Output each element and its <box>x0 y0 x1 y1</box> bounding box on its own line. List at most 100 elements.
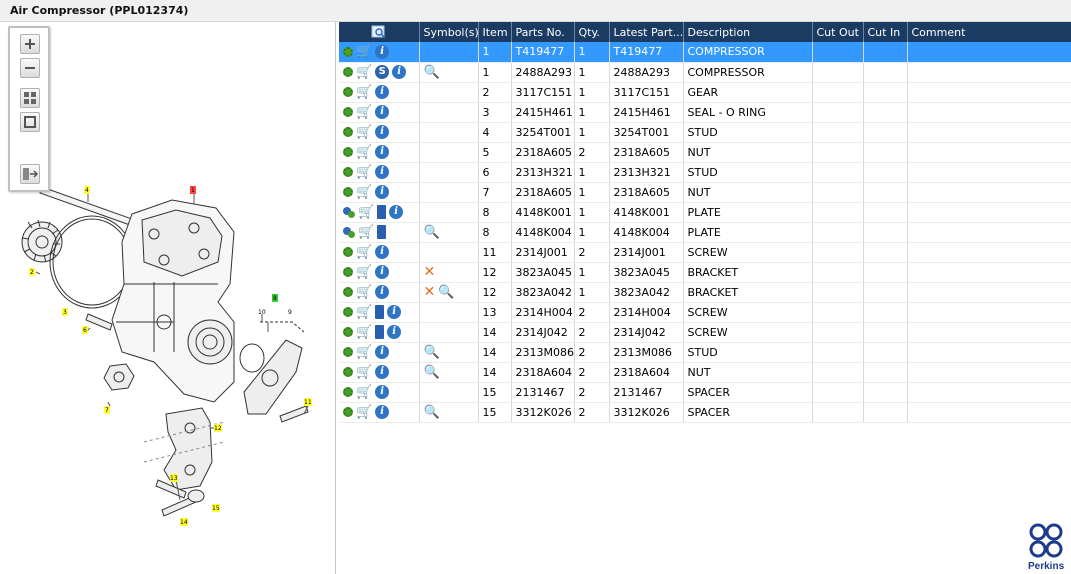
cart-icon[interactable]: 🛒 <box>356 86 372 99</box>
gear-icon[interactable] <box>343 187 353 197</box>
cart-icon[interactable]: 🛒 <box>356 186 372 199</box>
cart-icon[interactable]: 🛒 <box>356 306 372 319</box>
cart-icon[interactable]: 🛒 <box>356 126 372 139</box>
info-icon[interactable]: i <box>375 185 390 199</box>
cart-icon[interactable]: 🛒 <box>358 226 374 239</box>
magnifier-icon[interactable]: 🔍 <box>424 366 440 379</box>
info-icon[interactable]: i <box>389 205 404 219</box>
table-row[interactable]: 🛒 i 8 4148K001 1 4148K001 PLATE <box>339 202 1071 223</box>
table-row[interactable]: 🛒 🔍 8 4148K004 1 4148K004 PLATE <box>339 222 1071 243</box>
fit-window-button[interactable] <box>20 112 40 132</box>
column-header-symbols[interactable]: Symbol(s) <box>419 22 479 42</box>
gear-icon[interactable] <box>343 127 353 137</box>
cart-icon[interactable]: 🛒 <box>356 266 372 279</box>
exploded-diagram[interactable]: 4 1 2 3 6 8 10 9 7 11 12 13 15 14 <box>4 22 336 574</box>
info-icon[interactable]: i <box>387 305 402 319</box>
zoom-out-button[interactable] <box>20 58 40 78</box>
gear-icon[interactable] <box>343 307 353 317</box>
book-icon[interactable] <box>377 205 387 219</box>
column-header-icons[interactable] <box>339 22 420 42</box>
cross-icon[interactable]: ✕ <box>424 265 436 279</box>
cart-icon[interactable]: 🛒 <box>356 45 372 58</box>
column-header-parts-no[interactable]: Parts No. <box>511 22 575 42</box>
info-icon[interactable]: i <box>375 245 390 259</box>
magnifier-icon[interactable]: 🔍 <box>424 226 440 239</box>
cart-icon[interactable]: 🛒 <box>356 246 372 259</box>
gear-icon[interactable] <box>343 87 353 97</box>
info-icon[interactable]: i <box>375 165 390 179</box>
gear-icon[interactable] <box>343 327 353 337</box>
column-header-cut-out[interactable]: Cut Out <box>812 22 864 42</box>
table-row[interactable]: 🛒 i ✕ 🔍 12 3823A042 1 3823A042 BRACKET <box>339 282 1071 303</box>
magnifier-icon[interactable]: 🔍 <box>424 66 440 79</box>
info-icon[interactable]: i <box>375 85 390 99</box>
gear-icon[interactable] <box>343 167 353 177</box>
service-icon[interactable]: S <box>375 65 390 79</box>
column-header-latest-part[interactable]: Latest Part... <box>609 22 684 42</box>
gear-icon[interactable] <box>343 347 353 357</box>
info-icon[interactable]: i <box>375 105 390 119</box>
info-icon[interactable]: i <box>375 265 390 279</box>
info-icon[interactable]: i <box>392 65 407 79</box>
table-row[interactable]: 🛒 i 15 2131467 2 2131467 SPACER <box>339 382 1071 403</box>
table-row[interactable]: 🛒 i 3 2415H461 1 2415H461 SEAL - O RING <box>339 102 1071 123</box>
cart-icon[interactable]: 🛒 <box>356 286 372 299</box>
info-icon[interactable]: i <box>375 145 390 159</box>
gear-icon[interactable] <box>343 387 353 397</box>
cart-icon[interactable]: 🛒 <box>356 166 372 179</box>
book-icon[interactable] <box>377 225 387 239</box>
cart-icon[interactable]: 🛒 <box>356 66 372 79</box>
cart-icon[interactable]: 🛒 <box>356 346 372 359</box>
column-header-item[interactable]: Item <box>478 22 512 42</box>
fit-all-button[interactable] <box>20 88 40 108</box>
gear-icon[interactable] <box>343 147 353 157</box>
table-row[interactable]: 🛒 i 5 2318A605 2 2318A605 NUT <box>339 142 1071 163</box>
gear-icon[interactable] <box>343 247 353 257</box>
magnifier-icon[interactable]: 🔍 <box>438 286 454 299</box>
search-parts-icon[interactable] <box>371 25 387 39</box>
gears-icon[interactable] <box>343 206 355 218</box>
info-icon[interactable]: i <box>375 365 390 379</box>
book-icon[interactable] <box>375 325 385 339</box>
diagram-pane[interactable]: 4 1 2 3 6 8 10 9 7 11 12 13 15 14 <box>4 22 336 574</box>
table-row[interactable]: 🛒 i 🔍 14 2313M086 2 2313M086 STUD <box>339 342 1071 363</box>
gear-icon[interactable] <box>343 46 353 57</box>
table-row[interactable]: 🛒 i 1 T419477 1 T419477 COMPRESSOR <box>339 42 1071 63</box>
gears-icon[interactable] <box>343 226 355 238</box>
gear-icon[interactable] <box>343 67 353 77</box>
info-icon[interactable]: i <box>375 125 390 139</box>
table-row[interactable]: 🛒 i 4 3254T001 1 3254T001 STUD <box>339 122 1071 143</box>
table-row[interactable]: 🛒 i 13 2314H004 2 2314H004 SCREW <box>339 302 1071 323</box>
gear-icon[interactable] <box>343 407 353 417</box>
info-icon[interactable]: i <box>375 345 390 359</box>
magnifier-icon[interactable]: 🔍 <box>424 406 440 419</box>
magnifier-icon[interactable]: 🔍 <box>424 346 440 359</box>
cross-icon[interactable]: ✕ <box>424 285 436 299</box>
gear-icon[interactable] <box>343 107 353 117</box>
column-header-qty[interactable]: Qty. <box>574 22 610 42</box>
table-row[interactable]: 🛒 i 🔍 14 2318A604 2 2318A604 NUT <box>339 362 1071 383</box>
column-header-cut-in[interactable]: Cut In <box>863 22 908 42</box>
info-icon[interactable]: i <box>375 44 390 59</box>
book-icon[interactable] <box>375 305 385 319</box>
cart-icon[interactable]: 🛒 <box>356 106 372 119</box>
table-row[interactable]: 🛒 i 2 3117C151 1 3117C151 GEAR <box>339 82 1071 103</box>
gear-icon[interactable] <box>343 367 353 377</box>
info-icon[interactable]: i <box>375 385 390 399</box>
cart-icon[interactable]: 🛒 <box>358 206 374 219</box>
table-row[interactable]: 🛒 i 6 2313H321 1 2313H321 STUD <box>339 162 1071 183</box>
cart-icon[interactable]: 🛒 <box>356 326 372 339</box>
gear-icon[interactable] <box>343 267 353 277</box>
zoom-in-button[interactable] <box>20 34 40 54</box>
cart-icon[interactable]: 🛒 <box>356 366 372 379</box>
cart-icon[interactable]: 🛒 <box>356 406 372 419</box>
export-button[interactable] <box>20 164 40 184</box>
table-row[interactable]: 🛒 i 11 2314J001 2 2314J001 SCREW <box>339 242 1071 263</box>
table-row[interactable]: 🛒 i 14 2314J042 2 2314J042 SCREW <box>339 322 1071 343</box>
column-header-comment[interactable]: Comment <box>907 22 1071 42</box>
table-row[interactable]: 🛒 i 7 2318A605 1 2318A605 NUT <box>339 182 1071 203</box>
table-row[interactable]: 🛒 Si 🔍 1 2488A293 1 2488A293 COMPRESSOR <box>339 62 1071 83</box>
table-row[interactable]: 🛒 i 🔍 15 3312K026 2 3312K026 SPACER <box>339 402 1071 423</box>
info-icon[interactable]: i <box>387 325 402 339</box>
cart-icon[interactable]: 🛒 <box>356 146 372 159</box>
